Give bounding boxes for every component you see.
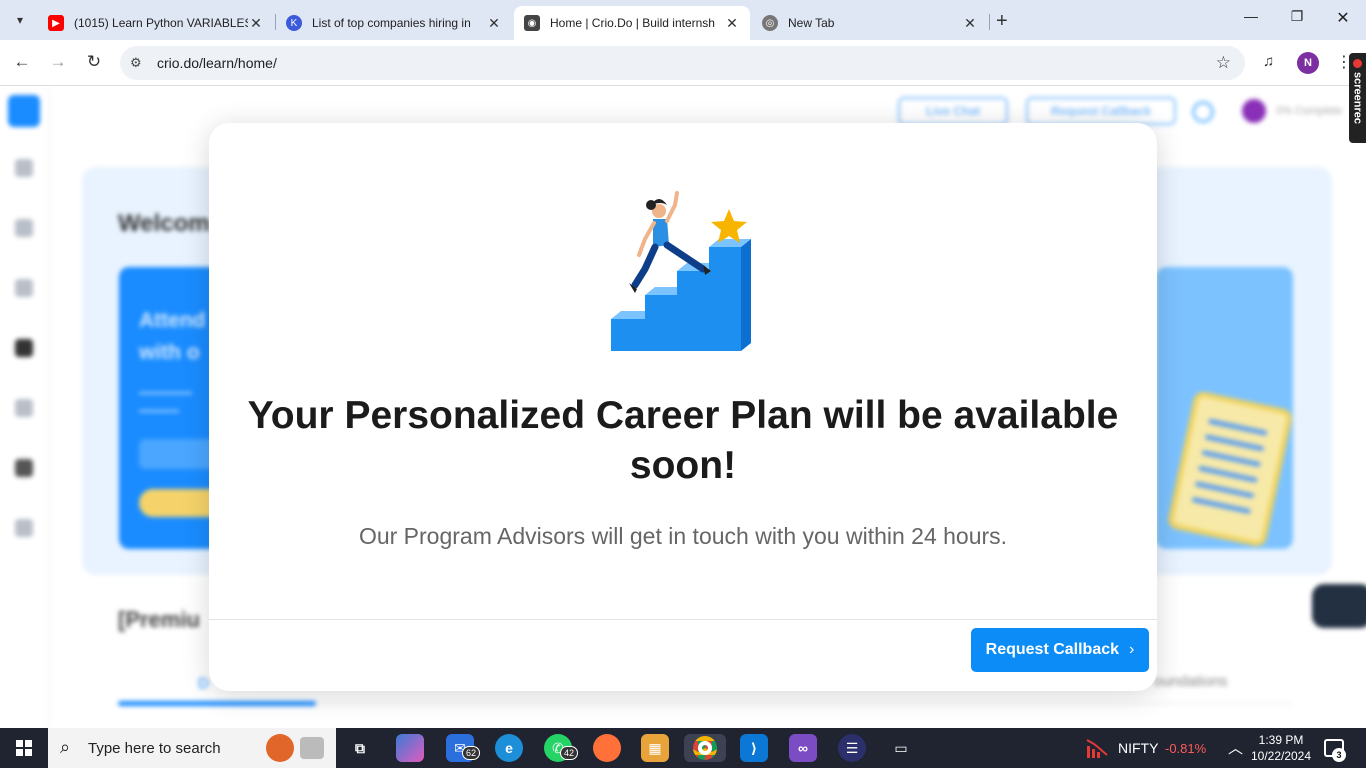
forward-button[interactable]: → — [46, 52, 70, 72]
tab-title: New Tab — [788, 16, 835, 30]
tab-crio-home[interactable]: ◉ Home | Crio.Do | Build internsh ✕ — [514, 6, 750, 40]
basketball-icon — [266, 734, 294, 762]
sidebar — [0, 87, 50, 728]
youtube-icon: ▶ — [48, 15, 64, 31]
welcome-heading: Welcom — [118, 210, 210, 237]
promo-title-line1: Attend — [139, 309, 206, 332]
record-icon — [1353, 59, 1362, 68]
tab-strip: ▾ ▶ (1015) Learn Python VARIABLES ✕ K Li… — [0, 0, 1366, 40]
clock-time: 1:39 PM — [1258, 733, 1304, 747]
bookmark-star-icon[interactable]: ☆ — [1216, 53, 1231, 73]
sidebar-icon-7[interactable] — [15, 519, 33, 537]
k-icon: K — [286, 15, 302, 31]
tab-youtube[interactable]: ▶ (1015) Learn Python VARIABLES ✕ — [38, 6, 274, 40]
chrome-icon: ◎ — [762, 15, 778, 31]
site-info-icon[interactable]: ⚙ — [130, 55, 142, 71]
url-text: crio.do/learn/home/ — [157, 55, 277, 71]
tab-companies[interactable]: K List of top companies hiring in ✕ — [276, 6, 512, 40]
career-plan-modal: Your Personalized Career Plan will be av… — [209, 123, 1157, 691]
clock-date: 10/22/2024 — [1250, 749, 1312, 763]
firefox-icon[interactable] — [593, 734, 621, 762]
vscode-icon[interactable]: ⟩ — [740, 734, 768, 762]
help-fab[interactable] — [1312, 584, 1366, 628]
visual-studio-icon[interactable]: ∞ — [789, 734, 817, 762]
request-callback-top-button[interactable]: Request Callback — [1026, 97, 1176, 125]
tab-title: List of top companies hiring in — [312, 16, 471, 30]
progress-avatar — [1242, 99, 1266, 123]
store-icon[interactable]: ▦ — [641, 734, 669, 762]
close-icon[interactable]: ✕ — [724, 15, 740, 32]
whatsapp-badge: 42 — [560, 746, 579, 760]
copilot-icon[interactable] — [396, 734, 424, 762]
search-icon: ⌕ — [60, 737, 71, 757]
close-icon[interactable]: ✕ — [962, 15, 978, 32]
tab-title: (1015) Learn Python VARIABLES — [74, 16, 248, 30]
chevron-up-icon[interactable]: ︿ — [1228, 737, 1243, 758]
edge-icon[interactable]: e — [495, 734, 523, 762]
active-tab-underline — [118, 701, 316, 706]
crio-icon: ◉ — [524, 15, 540, 31]
chrome-taskbar-icon[interactable] — [684, 734, 726, 762]
close-icon[interactable]: ✕ — [486, 15, 502, 32]
request-callback-button[interactable]: Request Callback › — [971, 628, 1149, 672]
sidebar-icon-3[interactable] — [15, 279, 33, 297]
screenrec-widget[interactable]: screenrec — [1349, 53, 1366, 143]
sidebar-icon-5[interactable] — [15, 399, 33, 417]
tab-active[interactable]: D — [198, 675, 209, 692]
sidebar-icon-2[interactable] — [15, 219, 33, 237]
progress-label: 0% Complete — [1276, 105, 1343, 117]
sidebar-icon-6[interactable] — [15, 459, 33, 477]
minimize-button[interactable]: — — [1236, 8, 1266, 24]
search-placeholder: Type here to search — [88, 740, 221, 757]
tab-foundations[interactable]: oundations — [1154, 673, 1227, 690]
media-control-icon[interactable]: ♫ — [1263, 53, 1274, 70]
profile-avatar[interactable]: N — [1297, 52, 1319, 74]
windows-start-icon[interactable] — [16, 740, 32, 756]
window-close-button[interactable]: ✕ — [1328, 8, 1358, 28]
back-button[interactable]: ← — [10, 52, 34, 72]
modal-title: Your Personalized Career Plan will be av… — [247, 394, 1119, 487]
home-icon[interactable] — [8, 95, 40, 127]
whistle-icon — [300, 737, 324, 759]
windows-taskbar: ⌕ Type here to search ⧉ ✉ 62 e ✆ 42 ▦ ⟩ … — [0, 728, 1366, 768]
climbing-stairs-illustration — [611, 191, 751, 351]
restore-button[interactable]: ❐ — [1282, 8, 1312, 25]
premium-heading: [Premiu — [118, 607, 200, 632]
mail-badge: 62 — [462, 746, 481, 760]
new-tab-button[interactable]: + — [996, 10, 1008, 33]
chevron-right-icon: › — [1129, 641, 1135, 658]
notification-badge: 3 — [1332, 748, 1346, 762]
tab-separator — [989, 14, 990, 30]
laptop-app-icon[interactable]: ▭ — [887, 734, 915, 762]
modal-subtitle: Our Program Advisors will get in touch w… — [358, 523, 1008, 549]
taskbar-search-box[interactable]: ⌕ Type here to search — [48, 728, 336, 768]
sidebar-icon-4[interactable] — [15, 339, 33, 357]
promo-text: ━━━━━━━━ ━━━━━━ — [139, 388, 192, 418]
request-callback-label: Request Callback — [985, 641, 1120, 658]
tab-title: Home | Crio.Do | Build internsh — [550, 16, 715, 30]
sidebar-icon-1[interactable] — [15, 159, 33, 177]
live-chat-button[interactable]: Live Chat — [898, 97, 1008, 125]
refresh-progress-icon[interactable] — [1192, 101, 1214, 123]
promo-title: Attend with o — [139, 305, 206, 369]
toolbar: ← → ↻ ⚙ crio.do/learn/home/ ☆ ♫ — [0, 40, 1366, 86]
system-clock[interactable]: 1:39 PM 10/22/2024 — [1250, 732, 1312, 764]
tab-new-tab[interactable]: ◎ New Tab ✕ — [752, 6, 988, 40]
promo-title-line2: with o — [139, 341, 200, 364]
close-icon[interactable]: ✕ — [248, 15, 264, 32]
task-view-icon[interactable]: ⧉ — [346, 734, 374, 762]
nifty-change: -0.81% — [1165, 741, 1207, 756]
modal-divider — [209, 619, 1157, 620]
reload-button[interactable]: ↻ — [82, 52, 106, 72]
stock-chart-icon — [1086, 739, 1108, 758]
eclipse-icon[interactable]: ☰ — [838, 734, 866, 762]
nifty-label[interactable]: NIFTY — [1118, 740, 1158, 756]
screenrec-label: screenrec — [1351, 72, 1364, 124]
tab-search-button[interactable]: ▾ — [8, 8, 32, 32]
address-bar[interactable]: ⚙ crio.do/learn/home/ ☆ — [120, 46, 1245, 80]
